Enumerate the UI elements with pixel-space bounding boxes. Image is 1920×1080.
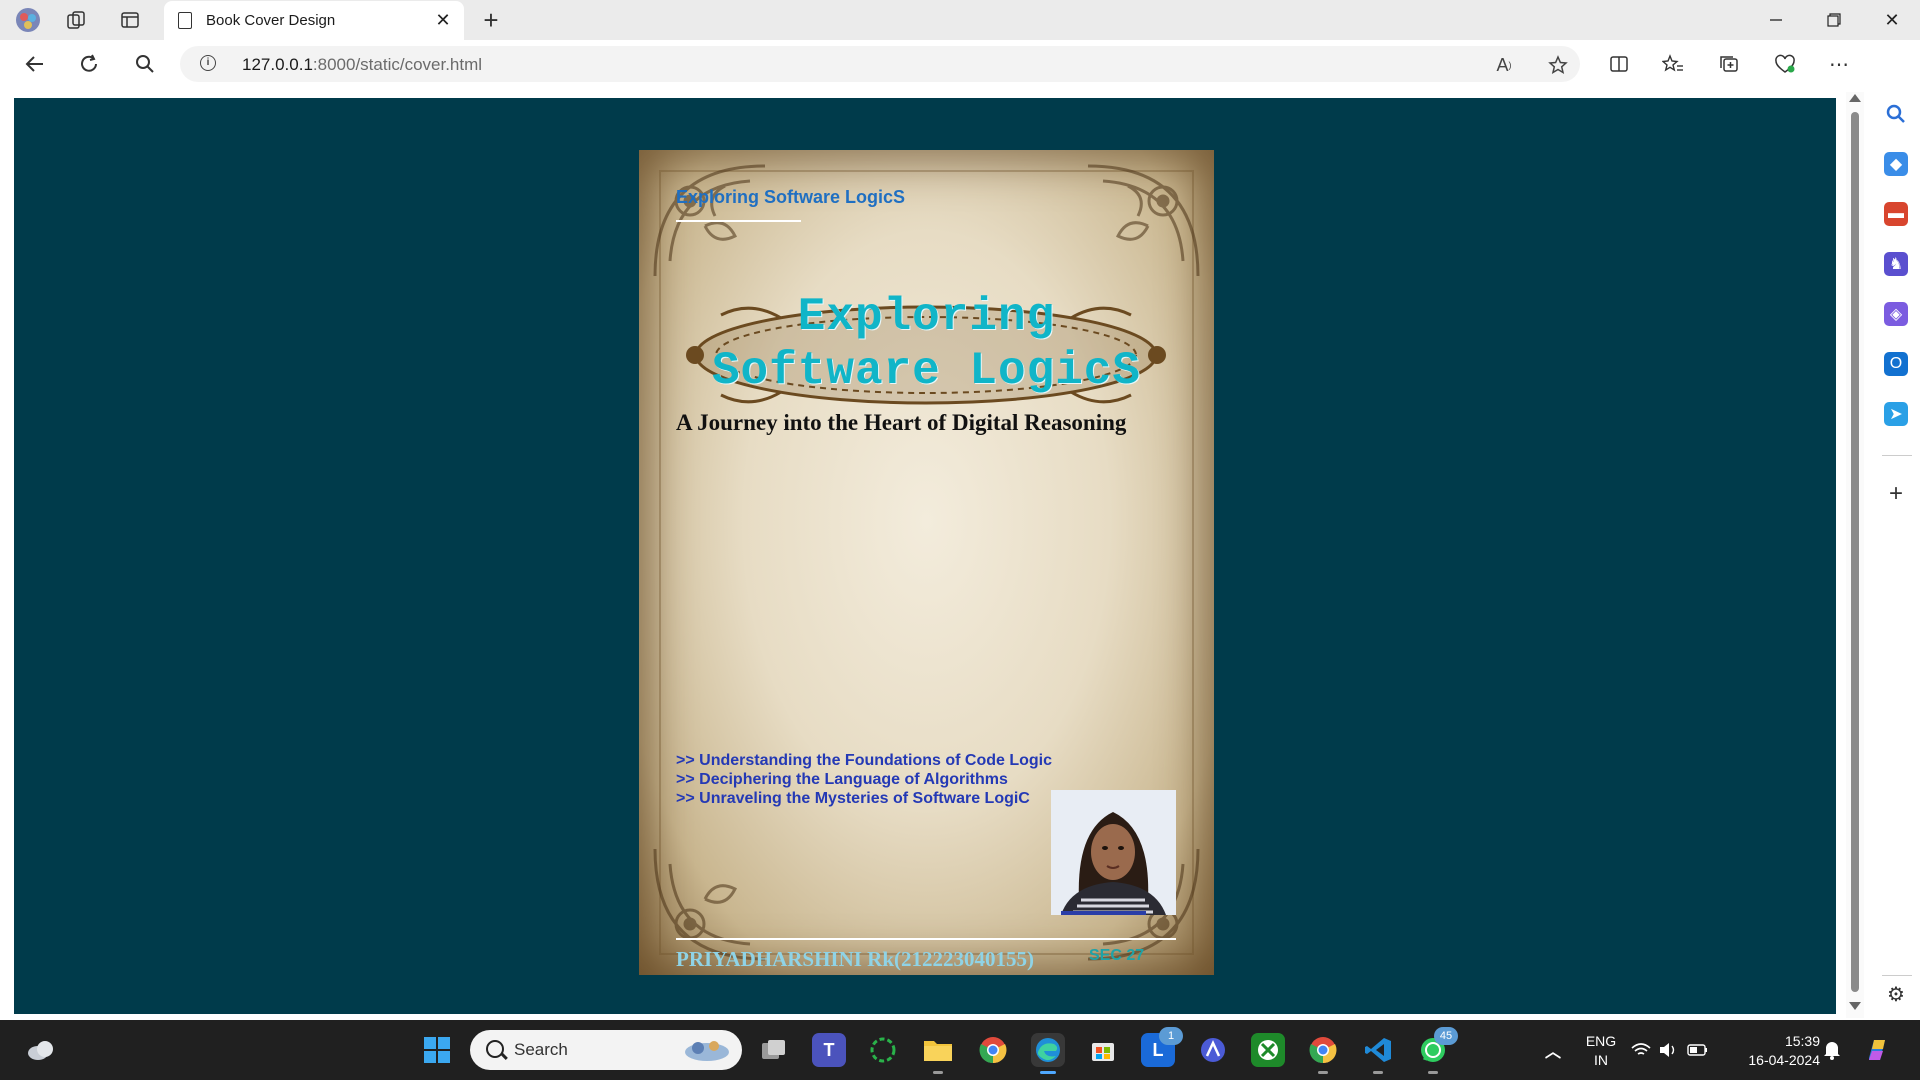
ornament-top-left (653, 164, 766, 277)
title-line-1: Exploring (797, 291, 1056, 343)
running-indicator (933, 1071, 943, 1074)
topic-list: >> Understanding the Foundations of Code… (676, 751, 1052, 808)
taskbar-search[interactable]: Search (470, 1030, 742, 1070)
notification-bell-icon[interactable] (1818, 1033, 1846, 1067)
author-photo (1051, 790, 1176, 915)
outlook-icon[interactable]: O (1884, 352, 1908, 376)
refresh-app-icon[interactable] (866, 1033, 900, 1067)
title-line-2: Software LogicS (711, 345, 1142, 397)
page-viewport: Exploring Software LogicS Exploring Soft… (14, 98, 1836, 1014)
tab-book-cover-design[interactable]: Book Cover Design ✕ (164, 1, 464, 40)
favorite-star-icon[interactable] (1546, 54, 1570, 76)
copilot-taskbar-icon[interactable] (1860, 1033, 1894, 1067)
region-code: IN (1594, 1052, 1608, 1068)
cover-header-text: Exploring Software LogicS (676, 187, 906, 207)
collections-icon[interactable] (1712, 48, 1746, 80)
url-host: 127.0.0.1 (242, 55, 313, 74)
navigation-bar: i 127.0.0.1:8000/static/cover.html A) ⋯ (0, 40, 1920, 88)
sidebar-search-icon[interactable] (1884, 102, 1908, 126)
clock-time: 15:39 (1784, 1033, 1820, 1049)
tab-title: Book Cover Design (206, 12, 336, 29)
whatsapp-icon[interactable]: 45 (1416, 1027, 1458, 1074)
running-indicator (1318, 1071, 1328, 1074)
vscode-icon[interactable] (1361, 1033, 1395, 1074)
scroll-down-arrow-icon[interactable] (1849, 1002, 1861, 1010)
clock-date: 16-04-2024 (1748, 1052, 1820, 1068)
close-tab-icon[interactable]: ✕ (430, 8, 456, 34)
split-screen-icon[interactable] (1602, 48, 1636, 80)
show-hidden-icons-chevron-icon[interactable]: ︿ (1536, 1033, 1570, 1067)
games-icon[interactable]: ♞ (1884, 252, 1908, 276)
profile-avatar-icon[interactable] (14, 6, 42, 34)
topic-item: >> Unraveling the Mysteries of Software … (676, 790, 1030, 807)
edge-icon[interactable] (1031, 1033, 1065, 1074)
scrollbar-thumb[interactable] (1851, 112, 1859, 992)
teams-icon[interactable]: T (812, 1033, 846, 1067)
scroll-up-arrow-icon[interactable] (1849, 94, 1861, 102)
sidebar-separator (1882, 455, 1912, 456)
windows-taskbar: Search T L 1 45 ︿ ENG IN 15:39 16-04-202… (0, 1020, 1920, 1080)
running-indicator (1373, 1071, 1383, 1074)
send-drop-icon[interactable]: ➤ (1884, 402, 1908, 426)
arc-app-icon[interactable] (1196, 1033, 1230, 1067)
read-aloud-icon[interactable]: A) (1492, 54, 1516, 76)
author-name: PRIYADHARSHINI Rk(212223040155) (676, 947, 1035, 971)
file-explorer-icon[interactable] (921, 1033, 955, 1074)
microsoft-store-icon[interactable] (1086, 1033, 1120, 1067)
book-title: Exploring Software LogicS (639, 290, 1214, 398)
topic-item: >> Understanding the Foundations of Code… (676, 752, 1052, 769)
network-volume-battery-group[interactable] (1630, 1033, 1710, 1067)
url-path: :8000/static/cover.html (312, 55, 483, 74)
running-indicator (1428, 1071, 1438, 1074)
browser-essentials-icon[interactable] (1768, 48, 1802, 80)
header-divider (676, 220, 801, 222)
workspaces-icon[interactable] (62, 6, 90, 34)
close-window-button[interactable]: ✕ (1864, 0, 1920, 40)
sidebar-separator (1882, 975, 1912, 976)
tools-toolbox-icon[interactable]: ▬ (1884, 202, 1908, 226)
ornament-top-right (1087, 164, 1200, 277)
page-scrollbar[interactable] (1846, 92, 1864, 1018)
book-subtitle: A Journey into the Heart of Digital Reas… (676, 410, 1127, 435)
outlook-app-icon[interactable]: L 1 (1141, 1027, 1183, 1067)
sidebar-settings-gear-icon[interactable]: ⚙ (1884, 982, 1908, 1006)
whatsapp-notification-badge: 45 (1434, 1027, 1458, 1045)
taskbar-search-icon (486, 1040, 504, 1058)
url-text[interactable]: 127.0.0.1:8000/static/cover.html (242, 55, 482, 75)
search-highlight-icon (685, 1041, 729, 1061)
task-view-icon[interactable] (757, 1033, 791, 1067)
topic-item: >> Deciphering the Language of Algorithm… (676, 771, 1008, 788)
chrome-icon[interactable] (976, 1033, 1010, 1067)
refresh-button[interactable] (72, 48, 106, 80)
language-code: ENG (1585, 1033, 1617, 1049)
restore-button[interactable] (1806, 0, 1862, 40)
site-info-icon[interactable]: i (200, 55, 216, 71)
taskbar-search-placeholder: Search (514, 1040, 568, 1059)
xbox-icon[interactable] (1251, 1033, 1285, 1067)
browser-title-bar: Book Cover Design ✕ + ✕ (0, 0, 1920, 40)
clock[interactable]: 15:39 16-04-2024 (1730, 1032, 1820, 1070)
outlook-notification-badge: 1 (1159, 1027, 1183, 1045)
chrome-profile-icon[interactable] (1306, 1033, 1340, 1074)
address-bar[interactable]: i 127.0.0.1:8000/static/cover.html A) (180, 46, 1580, 82)
windows-start-icon[interactable] (420, 1033, 454, 1067)
microsoft-365-icon[interactable]: ◈ (1884, 302, 1908, 326)
weather-widget-icon[interactable] (24, 1033, 58, 1067)
edge-sidebar: ◆ ▬ ♞ ◈ O ➤ + ⚙ (1872, 40, 1920, 1018)
favorites-icon[interactable] (1656, 48, 1690, 80)
language-indicator[interactable]: ENG IN (1576, 1032, 1626, 1070)
footer-divider (676, 938, 1176, 940)
shopping-tag-icon[interactable]: ◆ (1884, 152, 1908, 176)
new-tab-button[interactable]: + (476, 5, 506, 35)
active-indicator (1040, 1071, 1056, 1074)
add-sidebar-app-icon[interactable]: + (1884, 480, 1908, 507)
vertical-tabs-icon[interactable] (116, 6, 144, 34)
back-button[interactable] (18, 48, 52, 80)
more-options-icon[interactable]: ⋯ (1822, 48, 1856, 80)
document-icon (178, 12, 192, 29)
minimize-button[interactable] (1748, 0, 1804, 40)
section-label: SEC 27 (1089, 947, 1145, 964)
search-icon[interactable] (128, 48, 162, 80)
book-cover: Exploring Software LogicS Exploring Soft… (639, 150, 1214, 975)
